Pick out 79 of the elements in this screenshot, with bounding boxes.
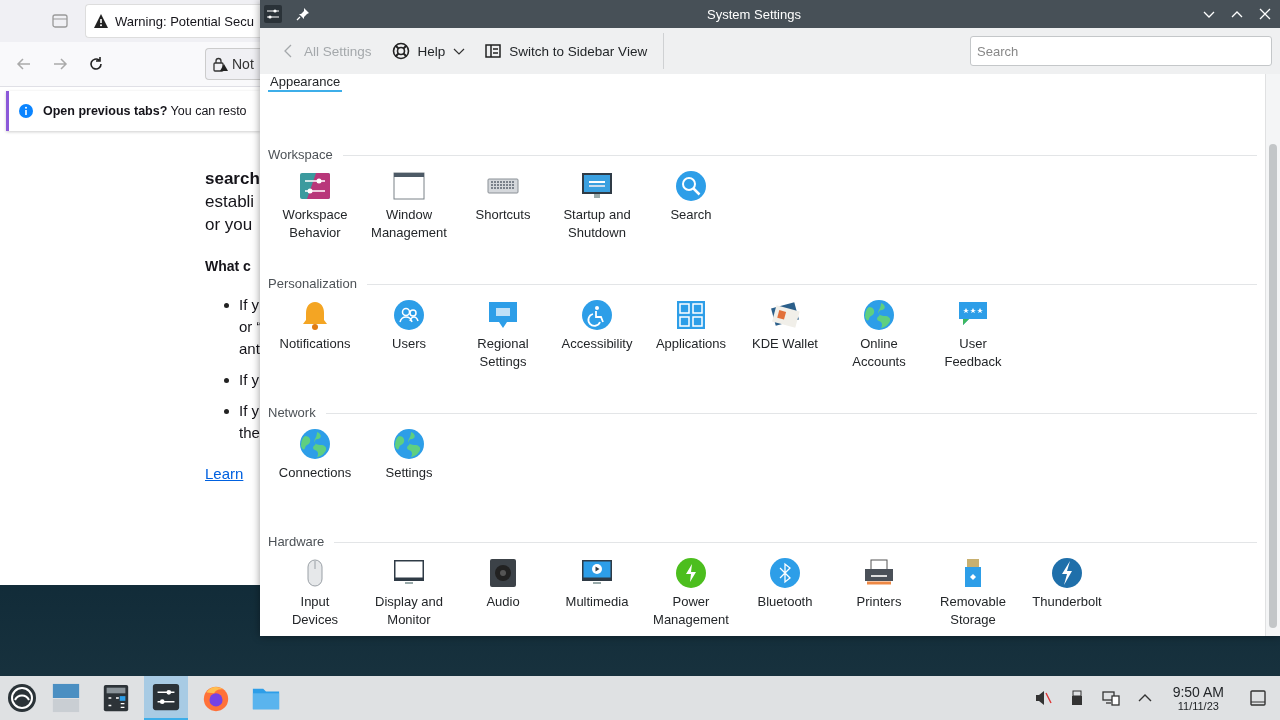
bluetooth-icon (769, 557, 801, 589)
info-icon (19, 104, 33, 118)
muted-speaker-icon[interactable] (1033, 689, 1052, 707)
settings-module[interactable]: Shortcuts (456, 170, 550, 242)
network-icon[interactable] (1101, 689, 1120, 707)
settings-module[interactable]: Notifications (268, 299, 362, 371)
page-heading: search (205, 168, 260, 190)
warning-icon (93, 13, 109, 29)
settings-module[interactable]: Accessibility (550, 299, 644, 371)
close-icon[interactable] (1258, 7, 1272, 21)
window-icon (393, 170, 425, 202)
id-card-icon (769, 299, 801, 331)
bullet-text: If y (239, 370, 259, 390)
users-icon (393, 299, 425, 331)
bullet-icon (224, 303, 229, 308)
bullet-icon (224, 378, 229, 383)
speaker-icon (487, 557, 519, 589)
settings-module[interactable]: Window Management (362, 170, 456, 242)
settings-module[interactable]: Users (362, 299, 456, 371)
globe-icon (299, 428, 331, 460)
search-field[interactable]: Search (970, 36, 1272, 66)
launcher-icon[interactable] (6, 682, 38, 714)
page-subheading: What c (205, 257, 252, 276)
settings-module[interactable]: Removable Storage (926, 557, 1020, 629)
scrollbar[interactable] (1265, 74, 1280, 636)
bullet-text: the (239, 423, 260, 443)
category-heading: Workspace (268, 146, 334, 164)
settings-module[interactable]: Multimedia (550, 557, 644, 629)
settings-module[interactable]: Workspace Behavior (268, 170, 362, 242)
pin-icon[interactable] (296, 7, 310, 21)
settings-module[interactable]: Applications (644, 299, 738, 371)
category-heading: Personalization (268, 275, 358, 293)
category-heading: Hardware (268, 533, 326, 551)
window-title: System Settings (706, 6, 802, 22)
bullet-text: If y (239, 401, 260, 421)
clock[interactable]: 9:50 AM 11/11/23 (1172, 684, 1224, 712)
sliders-icon (299, 170, 331, 202)
settings-module[interactable]: Regional Settings (456, 299, 550, 371)
settings-module[interactable]: KDE Wallet (738, 299, 832, 371)
category-heading: Network (268, 404, 317, 422)
browser-tab[interactable]: Warning: Potential Secu (85, 4, 260, 38)
settings-module[interactable]: Audio (456, 557, 550, 629)
globe-icon (863, 299, 895, 331)
sliders-icon[interactable] (144, 676, 188, 720)
accessibility-icon (581, 299, 613, 331)
lock-icon (212, 56, 228, 72)
settings-module[interactable]: Connections (268, 428, 362, 482)
settings-module[interactable]: Printers (832, 557, 926, 629)
settings-module[interactable]: Startup and Shutdown (550, 170, 644, 242)
switch-view-button[interactable]: Switch to Sidebar View (477, 39, 656, 63)
power-icon (675, 557, 707, 589)
sidebar-icon (485, 43, 502, 59)
settings-module[interactable]: Settings (362, 428, 456, 482)
page-text: establi (205, 191, 256, 213)
bullet-text: If y (239, 295, 260, 315)
bullet-text: ant (239, 339, 260, 359)
category-heading: Appearance (268, 74, 343, 92)
address-bar[interactable]: Not (205, 48, 260, 80)
sliders-icon[interactable] (264, 5, 282, 23)
show-desktop-icon[interactable] (1249, 689, 1267, 707)
grid-icon (675, 299, 707, 331)
learn-more-link[interactable]: Learn (205, 465, 244, 482)
reload-icon[interactable] (87, 55, 105, 73)
settings-module[interactable]: Online Accounts (832, 299, 926, 371)
globe-icon (393, 428, 425, 460)
settings-module[interactable]: User Feedback (926, 299, 1020, 371)
help-button[interactable]: Help (383, 38, 474, 64)
settings-module[interactable]: Search (644, 170, 738, 242)
settings-module[interactable]: Display and Monitor (362, 557, 456, 629)
settings-module[interactable]: Thunderbolt (1020, 557, 1114, 629)
page-text: or you (205, 214, 254, 236)
settings-module[interactable]: Power Management (644, 557, 738, 629)
notification-text: Open previous tabs? You can resto (43, 104, 247, 118)
search-icon (675, 170, 707, 202)
settings-module[interactable]: Input Devices (268, 557, 362, 629)
lifebuoy-icon (391, 42, 410, 60)
settings-module[interactable]: Bluetooth (738, 557, 832, 629)
bullet-icon (224, 409, 229, 414)
lightning-icon (1051, 557, 1083, 589)
